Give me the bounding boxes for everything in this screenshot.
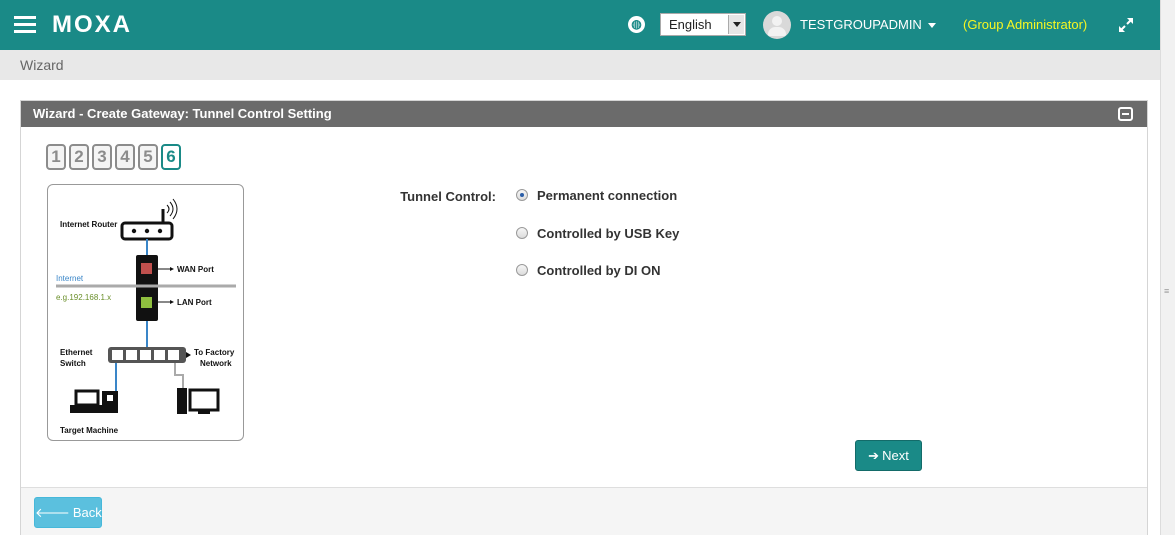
back-button-label: Back [72,505,102,520]
radio-button[interactable] [516,264,528,276]
language-select-value: English [669,17,712,32]
radio-label[interactable]: Controlled by DI ON [537,263,661,278]
top-navbar: MOXA ◍ English TESTGROUPADMIN (Group Adm… [0,0,1160,50]
radio-button[interactable] [516,227,528,239]
to-factory-label: To Factory [194,348,235,357]
collapse-panel-icon[interactable] [1118,107,1133,121]
ethernet-label: Ethernet [60,348,93,357]
wizard-step-6: 6 [161,144,181,170]
arrow-right-icon: ➔ [868,448,880,463]
monitor-icon [188,388,220,412]
tunnel-control-label: Tunnel Control: [400,189,496,204]
panel-title: Wizard - Create Gateway: Tunnel Control … [33,106,332,121]
radio-controlled-by-di-on[interactable]: Controlled by DI ON [516,261,661,279]
lan-port-icon [141,297,152,308]
radio-button-checked[interactable] [516,189,528,201]
username-label: TESTGROUPADMIN [800,17,922,32]
wizard-step-3: 3 [92,144,112,170]
radio-label[interactable]: Controlled by USB Key [537,226,679,241]
network-diagram: Internet Router WAN Port LAN Port Intern… [47,184,244,441]
internet-router-label: Internet Router [60,220,117,229]
back-button[interactable]: 🡐 Back [34,497,102,528]
wan-port-icon [141,263,152,274]
radio-permanent-connection[interactable]: Permanent connection [516,186,677,204]
wizard-steps: 1 2 3 4 5 6 [46,144,184,170]
user-avatar[interactable] [763,11,791,39]
network-label: Network [200,359,232,368]
wan-port-label: WAN Port [177,265,214,274]
dropdown-arrow-icon[interactable] [728,15,744,34]
page-scrollbar[interactable]: ≡ [1160,0,1175,535]
switch-label: Switch [60,359,86,368]
wizard-step-1: 1 [46,144,66,170]
caret-down-icon [927,23,936,29]
moxa-logo: MOXA [52,11,132,38]
network-diagram-illustration: Internet Router WAN Port LAN Port Intern… [56,198,236,435]
panel-header: Wizard - Create Gateway: Tunnel Control … [21,101,1147,127]
radio-controlled-by-usb-key[interactable]: Controlled by USB Key [516,224,679,242]
globe-icon: ◍ [628,16,645,33]
next-button[interactable]: ➔ Next [855,440,922,471]
wizard-step-5: 5 [138,144,158,170]
radio-label[interactable]: Permanent connection [537,188,677,203]
target-machine-icon [74,389,100,407]
wizard-panel: Wizard - Create Gateway: Tunnel Control … [20,100,1148,535]
scroll-grip-icon[interactable]: ≡ [1164,287,1172,296]
lan-port-label: LAN Port [177,298,212,307]
wizard-step-4: 4 [115,144,135,170]
arrow-left-icon: 🡐 [35,505,70,520]
target-machine-label: Target Machine [60,426,119,435]
panel-footer: 🡐 Back [21,487,1147,535]
internet-label: Internet [56,274,84,283]
hamburger-menu-icon[interactable] [14,16,36,34]
next-button-label: Next [882,448,909,463]
user-menu[interactable]: TESTGROUPADMIN [800,17,936,32]
wizard-step-2: 2 [69,144,89,170]
fullscreen-expand-icon[interactable] [1116,15,1136,35]
computer-tower-icon [177,388,187,414]
breadcrumb: Wizard [0,50,1160,80]
user-role: (Group Administrator) [963,17,1088,32]
language-select[interactable]: English [660,13,746,36]
ip-example-label: e.g.192.168.1.x [56,293,111,302]
